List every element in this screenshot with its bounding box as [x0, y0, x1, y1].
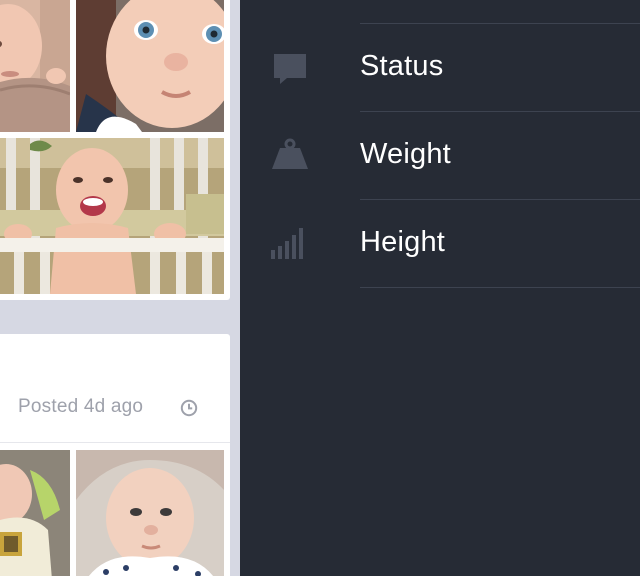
feed-panel[interactable]: Posted 4d ago — [0, 0, 240, 576]
menu-item-label: Status — [360, 50, 444, 82]
side-menu: Status Weight Height — [240, 0, 640, 576]
weight-icon — [272, 138, 308, 169]
height-bars-icon — [271, 228, 303, 259]
menu-item-weight[interactable]: Weight — [240, 112, 640, 200]
menu-item-status[interactable]: Status — [240, 24, 640, 112]
post-card[interactable] — [0, 0, 230, 300]
post-card[interactable]: Posted 4d ago — [0, 334, 230, 576]
clock-icon — [180, 399, 198, 417]
menu-item-height[interactable]: Height — [240, 200, 640, 288]
card-divider — [0, 442, 230, 443]
app-root: Posted 4d ago Status Weight Height — [0, 0, 640, 576]
menu-item-label: Height — [360, 226, 446, 258]
speech-bubble-icon — [274, 54, 306, 84]
post-photo[interactable] — [0, 138, 224, 294]
post-photo[interactable] — [76, 0, 224, 132]
post-timestamp: Posted 4d ago — [18, 396, 144, 417]
menu-item-label: Weight — [360, 138, 451, 170]
post-photo[interactable] — [76, 450, 224, 576]
menu-divider — [360, 287, 640, 288]
post-photo[interactable] — [0, 450, 70, 576]
post-photo[interactable] — [0, 0, 70, 132]
